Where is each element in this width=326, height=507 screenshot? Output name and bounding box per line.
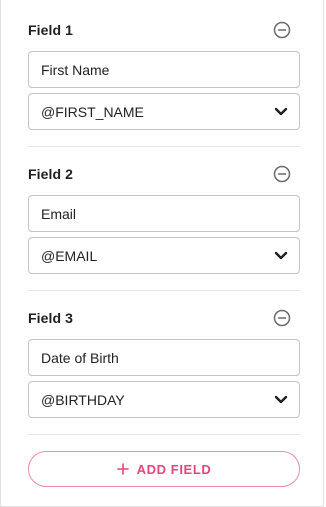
field-name-input[interactable] <box>28 51 300 88</box>
field-group-1: Field 1 @FIRST_NAME <box>28 20 300 130</box>
field-name-input[interactable] <box>28 339 300 376</box>
add-field-label: ADD FIELD <box>136 461 212 477</box>
divider <box>28 146 300 147</box>
field-title: Field 3 <box>28 310 74 326</box>
field-group-3: Field 3 @BIRTHDAY <box>28 308 300 418</box>
divider <box>28 434 300 435</box>
field-header: Field 2 <box>28 164 300 186</box>
field-title: Field 2 <box>28 166 74 182</box>
merge-tag-select[interactable]: @FIRST_NAME <box>28 93 300 130</box>
field-title: Field 1 <box>28 22 74 38</box>
plus-icon <box>116 463 129 475</box>
add-field-button[interactable]: ADD FIELD <box>28 451 300 487</box>
merge-tag-select[interactable]: @BIRTHDAY <box>28 381 300 418</box>
field-header: Field 1 <box>28 20 300 42</box>
chevron-down-icon <box>274 395 288 404</box>
select-value: @FIRST_NAME <box>41 104 144 120</box>
select-value: @BIRTHDAY <box>41 392 125 408</box>
field-group-2: Field 2 @EMAIL <box>28 164 300 274</box>
field-mapping-panel: Field 1 @FIRST_NAME Field 2 @EMAIL <box>0 0 324 507</box>
chevron-down-icon <box>274 107 288 116</box>
select-value: @EMAIL <box>41 248 98 264</box>
divider <box>28 290 300 291</box>
minus-circle-icon[interactable] <box>273 165 291 183</box>
merge-tag-select[interactable]: @EMAIL <box>28 237 300 274</box>
minus-circle-icon[interactable] <box>273 309 291 327</box>
minus-circle-icon[interactable] <box>273 21 291 39</box>
field-header: Field 3 <box>28 308 300 330</box>
field-name-input[interactable] <box>28 195 300 232</box>
chevron-down-icon <box>274 251 288 260</box>
